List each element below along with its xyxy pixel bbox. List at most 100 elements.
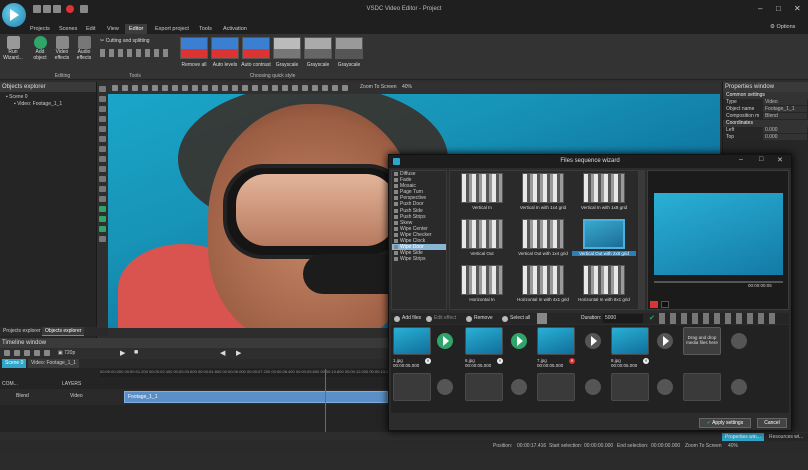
settings-icon[interactable]	[44, 350, 50, 356]
transition-arrow-icon[interactable]	[437, 333, 453, 349]
cutting-splitting-button[interactable]: ✂ Cutting and splitting	[100, 38, 150, 44]
rotate-icon[interactable]	[262, 85, 268, 91]
file-thumb[interactable]	[537, 327, 575, 355]
menu-projects[interactable]: Projects	[26, 24, 54, 34]
wizard-stop-icon[interactable]	[661, 301, 669, 308]
tab-objects-explorer[interactable]: Objects explorer	[42, 327, 85, 336]
mask-icon[interactable]	[332, 85, 338, 91]
property-value[interactable]: Footage_1_1	[763, 106, 807, 112]
chroma-icon[interactable]	[322, 85, 328, 91]
effect-item[interactable]: Wipe Strips	[392, 256, 446, 262]
menu-scenes[interactable]: Scenes	[55, 24, 81, 34]
image-object-icon[interactable]	[99, 226, 106, 232]
menu-edit[interactable]: Edit	[82, 24, 99, 34]
flip-icon[interactable]	[272, 85, 278, 91]
resolution-select[interactable]: ▣ 720p	[58, 350, 75, 356]
tab-resources-window[interactable]: Resources wi...	[766, 433, 806, 441]
playhead[interactable]	[325, 369, 326, 432]
file-thumb[interactable]	[465, 327, 503, 355]
tab-properties-window[interactable]: Properties win...	[722, 433, 764, 441]
remove-file-icon[interactable]: ✕	[425, 358, 431, 364]
menu-activation[interactable]: Activation	[219, 24, 251, 34]
tools-icon-row[interactable]	[100, 49, 170, 57]
delete-icon[interactable]	[34, 350, 40, 356]
video-effects-button[interactable]: Video effects	[52, 36, 72, 61]
transition-arrow-icon[interactable]	[657, 333, 673, 349]
video-object-icon[interactable]	[99, 206, 106, 212]
transition-thumb[interactable]	[461, 173, 503, 203]
pen-icon[interactable]	[99, 96, 106, 102]
select-all-button[interactable]: Select all	[501, 313, 530, 324]
align-top-icon[interactable]	[172, 85, 178, 91]
lock-icon[interactable]	[282, 85, 288, 91]
cursor-icon[interactable]	[99, 86, 106, 92]
tab-projects-explorer[interactable]: Projects explorer	[0, 327, 44, 336]
cancel-button[interactable]: Cancel	[757, 418, 787, 428]
zoom-select[interactable]: 40%	[402, 84, 412, 90]
property-value[interactable]: Video	[763, 99, 807, 105]
snap-icon[interactable]	[302, 85, 308, 91]
preview-controls[interactable]	[659, 313, 779, 324]
status-zoom-label[interactable]: Zoom To Screen	[685, 440, 722, 452]
wizard-maximize-icon[interactable]: □	[759, 156, 763, 163]
paste-icon[interactable]	[122, 85, 128, 91]
menu-view[interactable]: View	[103, 24, 123, 34]
transition-thumb[interactable]	[583, 173, 625, 203]
brush-icon[interactable]	[99, 116, 106, 122]
menu-editor[interactable]: Editor	[125, 24, 148, 34]
transition-thumb[interactable]	[461, 265, 503, 295]
menu-export-project[interactable]: Export project	[151, 24, 193, 34]
remove-button[interactable]: Remove	[465, 313, 493, 324]
property-value[interactable]: Blend	[763, 113, 807, 119]
style-auto-levels[interactable]	[211, 37, 239, 59]
transition-thumb-selected[interactable]	[583, 219, 625, 249]
style-grayscale-1[interactable]	[273, 37, 301, 59]
zoom-icon[interactable]	[99, 236, 106, 242]
polygon-icon[interactable]	[99, 146, 106, 152]
prev-frame-icon[interactable]: ◀	[220, 349, 225, 357]
timeline-clip[interactable]: Footage_1_1	[124, 391, 388, 403]
status-zoom-value[interactable]: 40%	[728, 440, 738, 452]
tree-item-video[interactable]: ▪ Video: Footage_1_1	[6, 101, 96, 108]
tab-clip[interactable]: Video: Footage_1_1	[28, 359, 79, 368]
minimize-icon[interactable]: –	[758, 4, 762, 13]
group-icon[interactable]	[202, 85, 208, 91]
audio-object-icon[interactable]	[99, 216, 106, 222]
property-value[interactable]: 0.000	[763, 127, 807, 133]
layers-icon[interactable]	[312, 85, 318, 91]
copy-icon[interactable]	[112, 85, 118, 91]
align-left-icon[interactable]	[142, 85, 148, 91]
size-icon[interactable]	[232, 85, 238, 91]
close-icon[interactable]: ✕	[794, 4, 801, 13]
sprite-icon[interactable]	[99, 196, 106, 202]
style-grayscale-3[interactable]	[335, 37, 363, 59]
transition-thumb[interactable]	[522, 173, 564, 203]
align-right-icon[interactable]	[162, 85, 168, 91]
transition-arrow-icon[interactable]	[585, 333, 601, 349]
ellipse-icon[interactable]	[99, 136, 106, 142]
wizard-close-icon[interactable]: ✕	[777, 156, 783, 164]
remove-file-icon[interactable]: ✕	[569, 358, 575, 364]
crop-icon[interactable]	[242, 85, 248, 91]
style-remove-all[interactable]	[180, 37, 208, 59]
subtitle-icon[interactable]	[99, 166, 106, 172]
wizard-record-icon[interactable]	[650, 301, 658, 308]
nav-icons[interactable]	[537, 313, 547, 324]
run-wizard-button[interactable]: Run Wizard...	[3, 36, 23, 61]
play-icon[interactable]: ▶	[120, 349, 125, 357]
align-bottom-icon[interactable]	[192, 85, 198, 91]
property-value[interactable]: 0.000	[763, 134, 807, 140]
tree-item-scene[interactable]: ▪ Scene 0	[6, 94, 96, 101]
line-icon[interactable]	[99, 106, 106, 112]
transition-thumb[interactable]	[522, 265, 564, 295]
duration-input[interactable]: 5000	[603, 314, 643, 323]
remove-file-icon[interactable]: ✕	[643, 358, 649, 364]
stop-icon[interactable]: ■	[134, 349, 138, 356]
wizard-minimize-icon[interactable]: –	[739, 156, 743, 163]
cut-icon[interactable]	[14, 350, 20, 356]
add-object-button[interactable]: Add object	[30, 36, 50, 61]
drop-zone[interactable]: Drag and drop media files here	[683, 327, 721, 355]
animation-icon[interactable]	[99, 186, 106, 192]
transition-thumb[interactable]	[583, 265, 625, 295]
check-icon[interactable]: ✔	[649, 313, 655, 324]
